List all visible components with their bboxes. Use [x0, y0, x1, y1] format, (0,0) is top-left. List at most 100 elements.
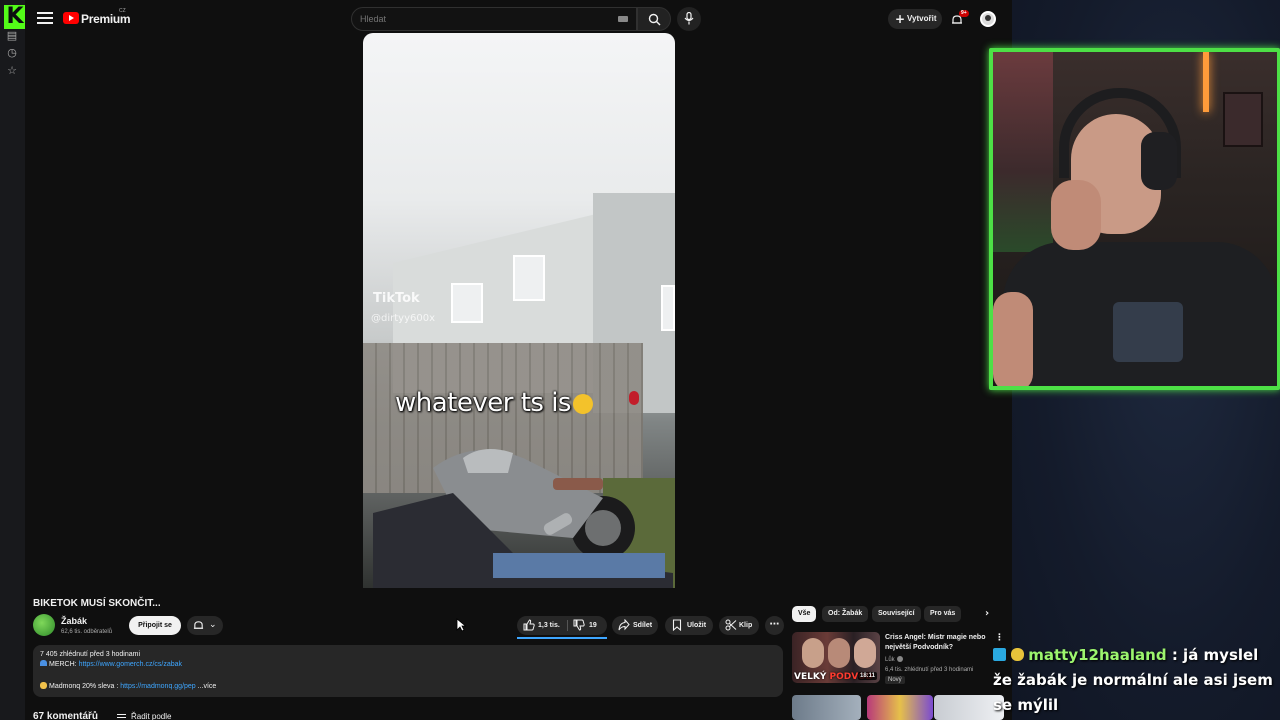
chip-for-you[interactable]: Pro vás — [924, 606, 962, 622]
thumbnail-face — [828, 638, 850, 668]
video-frame-window — [661, 285, 675, 331]
thumbnail-face — [802, 638, 824, 668]
video-caption-text: whatever ts is — [395, 388, 571, 418]
share-icon — [618, 619, 630, 631]
recommendation-thumbnail[interactable]: VELKÝ PODVOD 18:11 — [792, 632, 880, 683]
flexed-biceps-icon — [40, 682, 47, 689]
promo-line: Madmonq 20% sleva : https://madmonq.gg/p… — [40, 682, 216, 691]
thumbnail-face — [854, 638, 876, 668]
clip-button[interactable]: Klip — [719, 616, 759, 635]
clip-label: Klip — [739, 622, 753, 629]
recommendation-thumbnail[interactable] — [792, 695, 861, 720]
thumbs-up-icon[interactable] — [523, 619, 535, 631]
gift-badge-icon — [1011, 648, 1025, 661]
subscription-bell-button[interactable]: ⌄ — [187, 616, 223, 635]
subscriber-count: 62,6 tis. odběratelů — [61, 629, 113, 635]
video-player[interactable]: TikTok @dirtyy600x whatever ts is — [363, 33, 675, 588]
account-avatar[interactable] — [980, 11, 996, 27]
like-ratio-bar — [517, 637, 607, 639]
merch-link[interactable]: https://www.gomerch.cz/cs/zabak — [79, 661, 182, 668]
like-dislike-group: 1,3 tis. 19 — [517, 616, 607, 635]
streamer-arm — [993, 292, 1033, 386]
promo-link[interactable]: https://madmonq.gg/pep — [120, 683, 196, 690]
subscriber-badge-icon — [993, 648, 1006, 661]
search-icon — [648, 13, 661, 26]
blue-heart-icon — [40, 660, 47, 666]
description-box[interactable]: 7 405 zhlédnutí před 3 hodinami MERCH: h… — [33, 645, 783, 697]
search-box[interactable] — [351, 7, 637, 31]
video-frame-window — [513, 255, 545, 301]
thumbs-down-icon[interactable] — [573, 619, 585, 631]
webcam-background-shelf — [993, 52, 1053, 252]
star-icon[interactable]: ☆ — [6, 65, 18, 77]
recommendation-meta: 6,4 tis. zhlédnutí před 3 hodinami — [885, 667, 974, 673]
chat-message: matty12haaland : já myslel že žabák je n… — [993, 646, 1273, 714]
new-badge: Nový — [885, 676, 905, 684]
share-button[interactable]: Sdílet — [612, 616, 658, 635]
search-input[interactable] — [360, 12, 600, 26]
comments-count: 67 komentářů — [33, 711, 99, 720]
kick-logo[interactable]: K — [4, 5, 26, 29]
recommendation-thumbnail[interactable] — [867, 695, 933, 720]
browse-icon[interactable]: ▤ — [6, 30, 18, 42]
channel-avatar[interactable] — [33, 614, 55, 636]
like-divider — [567, 620, 568, 631]
keyboard-icon[interactable] — [618, 16, 628, 22]
chevron-down-icon: ⌄ — [209, 620, 217, 630]
dislike-count[interactable]: 19 — [589, 616, 597, 635]
history-icon[interactable]: ◷ — [6, 47, 18, 59]
headphone-earcup — [1141, 132, 1177, 190]
chat-username[interactable]: matty12haaland — [1028, 646, 1166, 664]
like-count[interactable]: 1,3 tis. — [538, 616, 560, 635]
laughing-emoji-icon — [572, 394, 593, 414]
chip-all[interactable]: Vše — [792, 606, 817, 622]
rose-emoji-icon — [629, 391, 639, 405]
sort-comments-button[interactable]: Řadit podle — [117, 711, 171, 720]
webcam-background-frame — [1223, 92, 1263, 147]
scissors-icon — [725, 619, 737, 631]
video-frame-window — [451, 283, 483, 323]
notification-badge: 9+ — [959, 10, 969, 17]
mouse-cursor-icon — [456, 618, 466, 632]
view-stats: 7 405 zhlédnutí před 3 hodinami — [40, 651, 141, 658]
microphone-icon — [684, 12, 694, 25]
streamer-hand — [1051, 180, 1101, 250]
voice-search-button[interactable] — [677, 7, 701, 31]
youtube-logo-icon[interactable] — [63, 12, 79, 24]
more-vert-icon[interactable]: ⋮ — [995, 633, 1004, 643]
video-frame-jeans — [493, 553, 665, 578]
merch-label: MERCH: — [49, 661, 79, 668]
chip-from-channel[interactable]: Od: Žabák — [822, 606, 869, 622]
bookmark-icon — [672, 619, 682, 631]
recommendation-channel[interactable]: Lůk — [885, 656, 903, 664]
save-label: Uložit — [687, 622, 707, 629]
video-title: BIKETOK MUSÍ SKONČIT... — [33, 598, 161, 609]
save-button[interactable]: Uložit — [665, 616, 713, 635]
recommendation-title[interactable]: Criss Angel: Mistr magie nebo největší P… — [885, 633, 995, 653]
show-more-link[interactable]: ...více — [198, 683, 217, 690]
webcam-feed — [993, 52, 1277, 386]
youtube-header: Premium CZ Vytvořit 9+ — [25, 4, 1012, 36]
verified-badge-icon — [896, 656, 903, 662]
video-duration: 18:11 — [857, 672, 877, 680]
kick-sidebar: K ▤ ◷ ☆ — [0, 0, 26, 720]
more-actions-icon[interactable]: ⋯ — [765, 616, 784, 635]
chip-related[interactable]: Související — [872, 606, 921, 622]
create-button[interactable]: Vytvořit — [888, 9, 942, 29]
region-label: CZ — [119, 8, 126, 14]
youtube-page: Premium CZ Vytvořit 9+ — [25, 0, 1012, 720]
chevron-right-icon[interactable]: › — [985, 609, 989, 619]
share-label: Sdílet — [633, 622, 653, 629]
channel-name[interactable]: Žabák — [61, 616, 87, 627]
video-caption: whatever ts is — [395, 388, 645, 418]
bell-icon — [193, 621, 204, 629]
hamburger-menu-icon[interactable] — [37, 12, 53, 26]
search-button[interactable] — [637, 7, 671, 31]
shirt-print — [1113, 302, 1183, 362]
notifications-button[interactable]: 9+ — [951, 10, 969, 25]
promo-label: Madmonq 20% sleva : — [49, 683, 121, 690]
merch-line: MERCH: https://www.gomerch.cz/cs/zabak — [40, 660, 182, 669]
join-button[interactable]: Připojit se — [129, 616, 181, 635]
tiktok-username: @dirtyy600x — [371, 313, 435, 324]
tiktok-watermark: TikTok — [373, 291, 420, 306]
